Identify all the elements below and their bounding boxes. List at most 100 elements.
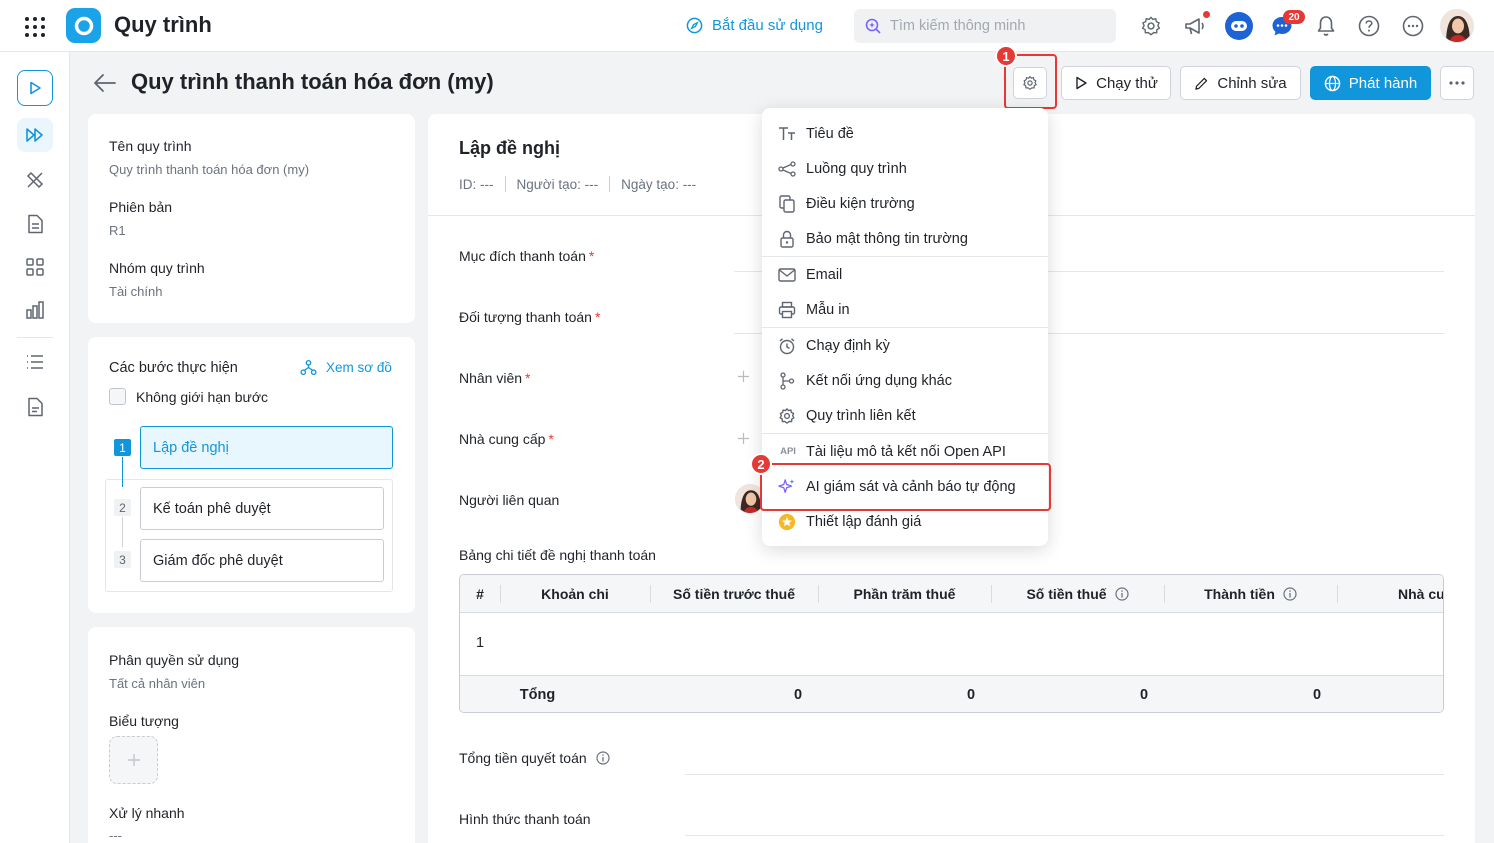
unlimited-steps-label: Không giới hạn bước bbox=[136, 388, 269, 405]
col-supplier-header: Nhà cu bbox=[1398, 586, 1444, 602]
ai-monitoring-highlight-box bbox=[760, 463, 1051, 511]
menu-item-connect-apps[interactable]: Kết nối ứng dụng khác bbox=[762, 363, 1048, 398]
user-avatar[interactable] bbox=[1440, 9, 1474, 43]
step-label-2: Kế toán phê duyệt bbox=[153, 500, 271, 517]
version-label: Phiên bản bbox=[109, 199, 173, 215]
rail-workflow-icon[interactable] bbox=[17, 118, 53, 152]
menu-item-field-conditions[interactable]: Điều kiện trường bbox=[762, 186, 1048, 221]
menu-item-field-security[interactable]: Bảo mật thông tin trường bbox=[762, 221, 1048, 256]
view-diagram-link[interactable]: Xem sơ đồ bbox=[300, 359, 392, 376]
meta-date: Ngày tạo: --- bbox=[621, 176, 697, 192]
star-badge-icon bbox=[778, 513, 796, 531]
settings-gear-icon[interactable] bbox=[1140, 15, 1162, 37]
permissions-label: Phân quyền sử dụng bbox=[109, 652, 240, 668]
info-icon[interactable] bbox=[1114, 587, 1129, 601]
step-connector-active bbox=[122, 457, 123, 487]
table-row-index: 1 bbox=[476, 635, 485, 651]
diagram-icon bbox=[300, 359, 317, 376]
menu-item-print-template[interactable]: Mẫu in bbox=[762, 292, 1048, 327]
settlement-total-input[interactable] bbox=[685, 774, 1444, 775]
announcement-icon[interactable] bbox=[1183, 11, 1210, 38]
col-divider bbox=[1337, 585, 1338, 603]
rail-grid-icon[interactable] bbox=[26, 258, 44, 276]
step-number-1: 1 bbox=[114, 439, 131, 456]
bell-icon[interactable] bbox=[1315, 14, 1337, 38]
rail-run-icon[interactable] bbox=[17, 70, 53, 106]
rail-list-icon[interactable] bbox=[26, 354, 44, 370]
meta-divider bbox=[504, 176, 506, 192]
process-info-card: Tên quy trình Quy trình thanh toán hóa đ… bbox=[88, 114, 415, 323]
version-value: R1 bbox=[109, 223, 126, 238]
menu-item-process-flow[interactable]: Luồng quy trình bbox=[762, 151, 1048, 186]
more-circle-icon[interactable] bbox=[1402, 15, 1424, 37]
rail-design-tools-icon[interactable] bbox=[25, 170, 45, 190]
top-bar: Quy trình Bắt đầu sử dụng Tìm kiếm thông… bbox=[0, 0, 1494, 52]
rail-chart-icon[interactable] bbox=[26, 301, 44, 319]
back-arrow-icon[interactable] bbox=[92, 70, 118, 96]
icon-label: Biểu tượng bbox=[109, 713, 179, 729]
page-title: Quy trình thanh toán hóa đơn (my) bbox=[131, 69, 494, 94]
settlement-total-label: Tổng tiền quyết toán bbox=[459, 750, 610, 766]
more-actions-button[interactable] bbox=[1440, 66, 1474, 100]
ai-bot-icon[interactable] bbox=[1225, 12, 1253, 40]
col-tax-amount-label: Số tiền thuế bbox=[1026, 586, 1107, 602]
total-tax-percent: 0 bbox=[966, 687, 976, 703]
step-number-3: 3 bbox=[114, 551, 131, 568]
col-tax-amount-header: Số tiền thuế bbox=[991, 575, 1164, 613]
step-item-1[interactable]: Lập đề nghị bbox=[140, 426, 393, 469]
printer-icon bbox=[778, 301, 796, 319]
step-item-2[interactable]: Kế toán phê duyệt bbox=[140, 487, 384, 530]
meta-id: ID: --- bbox=[459, 176, 494, 192]
process-name-label: Tên quy trình bbox=[109, 138, 192, 154]
branch-icon bbox=[778, 371, 796, 390]
upload-icon-button[interactable] bbox=[109, 736, 158, 784]
run-test-button[interactable]: Chạy thử bbox=[1061, 66, 1171, 100]
quick-process-label: Xử lý nhanh bbox=[109, 805, 185, 821]
getting-started-link[interactable]: Bắt đầu sử dụng bbox=[686, 17, 823, 34]
menu-item-linked-process[interactable]: Quy trình liên kết bbox=[762, 398, 1048, 433]
menu-item-scheduled-run[interactable]: Chạy định kỳ bbox=[762, 328, 1048, 363]
unlimited-steps-checkbox[interactable]: Không giới hạn bước bbox=[109, 388, 268, 405]
detail-table: # Khoản chi Số tiền trước thuế Phần trăm… bbox=[459, 574, 1444, 713]
col-expense-header: Khoản chi bbox=[541, 586, 609, 602]
edit-button[interactable]: Chỉnh sửa bbox=[1180, 66, 1301, 100]
meta-creator: Người tạo: --- bbox=[516, 176, 599, 192]
col-pre-tax-header: Số tiền trước thuế bbox=[673, 586, 795, 602]
col-total-header: Thành tiền bbox=[1164, 575, 1337, 613]
app-title: Quy trình bbox=[114, 12, 212, 37]
add-employee-plus-icon[interactable] bbox=[737, 370, 750, 383]
search-placeholder: Tìm kiếm thông minh bbox=[890, 18, 1026, 34]
smart-search-input[interactable]: Tìm kiếm thông minh bbox=[854, 9, 1116, 43]
info-icon[interactable] bbox=[1283, 587, 1297, 601]
apps-grid-icon[interactable] bbox=[24, 16, 46, 38]
detail-table-title: Bảng chi tiết đề nghị thanh toán bbox=[459, 547, 656, 563]
rail-file-icon[interactable] bbox=[26, 397, 44, 417]
steps-card: Các bước thực hiện Xem sơ đồ Không giới … bbox=[88, 337, 415, 613]
add-supplier-plus-icon[interactable] bbox=[737, 432, 750, 445]
getting-started-label: Bắt đầu sử dụng bbox=[712, 17, 823, 34]
info-icon[interactable] bbox=[596, 751, 610, 765]
publish-button[interactable]: Phát hành bbox=[1310, 66, 1431, 100]
total-pre-tax: 0 bbox=[793, 687, 803, 703]
help-icon[interactable] bbox=[1358, 15, 1380, 37]
total-row-label: Tổng bbox=[519, 687, 556, 703]
run-test-label: Chạy thử bbox=[1096, 74, 1158, 92]
step-item-3[interactable]: Giám đốc phê duyệt bbox=[140, 539, 384, 582]
menu-item-email[interactable]: Email bbox=[762, 257, 1048, 292]
step-number-2: 2 bbox=[114, 499, 131, 516]
api-icon: API bbox=[780, 446, 796, 457]
step-connector bbox=[122, 517, 123, 547]
col-index-header: # bbox=[476, 586, 484, 602]
step-label-1: Lập đề nghị bbox=[153, 439, 229, 456]
announcement-dot bbox=[1203, 11, 1210, 18]
payment-method-input[interactable] bbox=[685, 835, 1444, 836]
rail-document-icon[interactable] bbox=[26, 214, 44, 234]
field-supplier-label: Nhà cung cấp * bbox=[459, 431, 554, 447]
ai-search-icon bbox=[865, 18, 881, 34]
field-employee-label: Nhân viên * bbox=[459, 370, 531, 386]
menu-item-title[interactable]: Tiêu đề bbox=[762, 116, 1048, 151]
table-header-row: # Khoản chi Số tiền trước thuế Phần trăm… bbox=[460, 575, 1444, 613]
plus-icon bbox=[127, 754, 140, 766]
alarm-icon bbox=[778, 337, 796, 355]
left-rail bbox=[0, 52, 70, 843]
